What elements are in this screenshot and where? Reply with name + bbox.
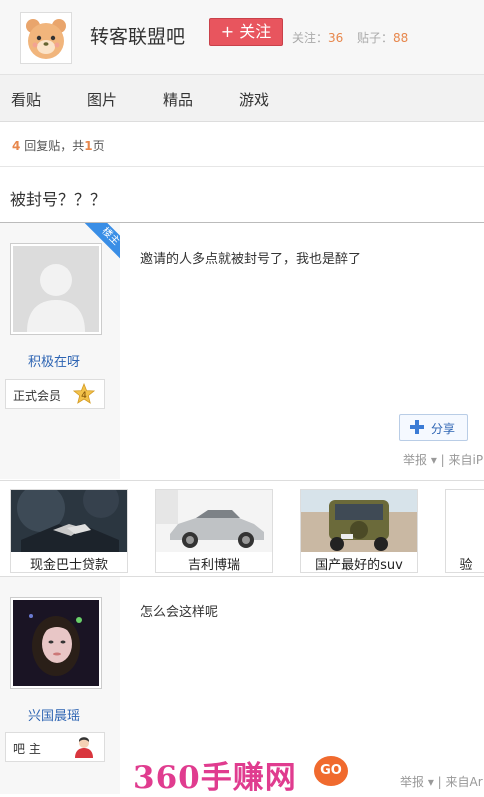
reply-info: 4 回复贴，共1页 [12,137,105,154]
page-count: 1 [84,139,93,153]
post-count-label: 贴子： [357,31,394,45]
post-count-value: 88 [393,31,409,45]
post-2-content: 怎么会这样呢 [140,605,219,620]
tab-view-posts[interactable]: 看贴 [11,89,41,110]
post-2-author-panel: 兴国晨瑶 吧 主 [0,577,120,794]
ad-handshake-image [11,490,127,552]
ad-item[interactable]: 现金巴士贷款 [10,489,128,573]
post-2-meta[interactable]: 举报 ▾ | 来自Ar [400,773,483,790]
tab-games[interactable]: 游戏 [239,89,269,110]
post-1-content: 邀请的人多点就被封号了，我也是醉了 [140,252,362,267]
member-badge: 吧 主 [5,732,105,762]
moderator-icon [73,736,95,761]
ad-document-image [446,490,484,552]
author-name[interactable]: 兴国晨瑶 [0,705,108,724]
forum-nav: 看贴 图片 精品 游戏 [0,75,484,122]
ad-item[interactable]: 验 [445,489,484,573]
thread-title: 被封号？？？ [10,190,107,209]
divider [0,166,484,167]
member-badge-label: 吧 主 [13,742,41,756]
reply-count: 4 [12,139,21,153]
owner-corner-tag: 楼主 [80,223,120,263]
page-text: 页 [92,139,105,153]
post-1-meta[interactable]: 举报 ▾ | 来自iP [403,451,483,468]
forum-logo[interactable] [20,12,72,64]
author-avatar[interactable] [10,597,102,689]
share-plus-icon [408,418,426,439]
share-button[interactable]: 分享 [399,414,468,441]
member-badge-label: 正式会员 [13,389,62,403]
watermark-logo: 360手赚网 [133,760,297,796]
follow-count-value: 36 [328,31,344,45]
ad-caption: 现金巴士贷款 [29,558,108,573]
author-name[interactable]: 积极在呀 [0,351,108,370]
tab-featured[interactable]: 精品 [163,89,193,110]
tab-images[interactable]: 图片 [87,89,117,110]
post-count: 贴子：88 [357,29,408,46]
ad-item[interactable]: 国产最好的suv [300,489,418,573]
ad-caption: 验 [459,558,473,573]
forum-title[interactable]: 转客联盟吧 [90,22,185,49]
watermark-go-badge: GO [314,756,348,786]
follow-count-label: 关注： [292,31,329,45]
reply-text: 回复贴，共 [24,139,85,153]
level-number: 4 [81,391,87,401]
level-star-icon: 4 [72,382,96,408]
ad-suv-image [301,490,417,552]
divider [0,480,484,481]
member-badge: 正式会员 4 [5,379,105,409]
ad-caption: 吉利博瑞 [187,558,240,573]
ad-caption: 国产最好的suv [315,558,403,573]
follow-count: 关注：36 [292,29,343,46]
share-label: 分享 [431,422,456,436]
follow-button[interactable]: + 关注 [209,18,283,46]
forum-header: 转客联盟吧 + 关注 关注：36 贴子：88 [0,0,484,75]
ad-car-image [156,490,272,552]
ad-item[interactable]: 吉利博瑞 [155,489,273,573]
owner-tag-label: 楼主 [83,223,120,263]
